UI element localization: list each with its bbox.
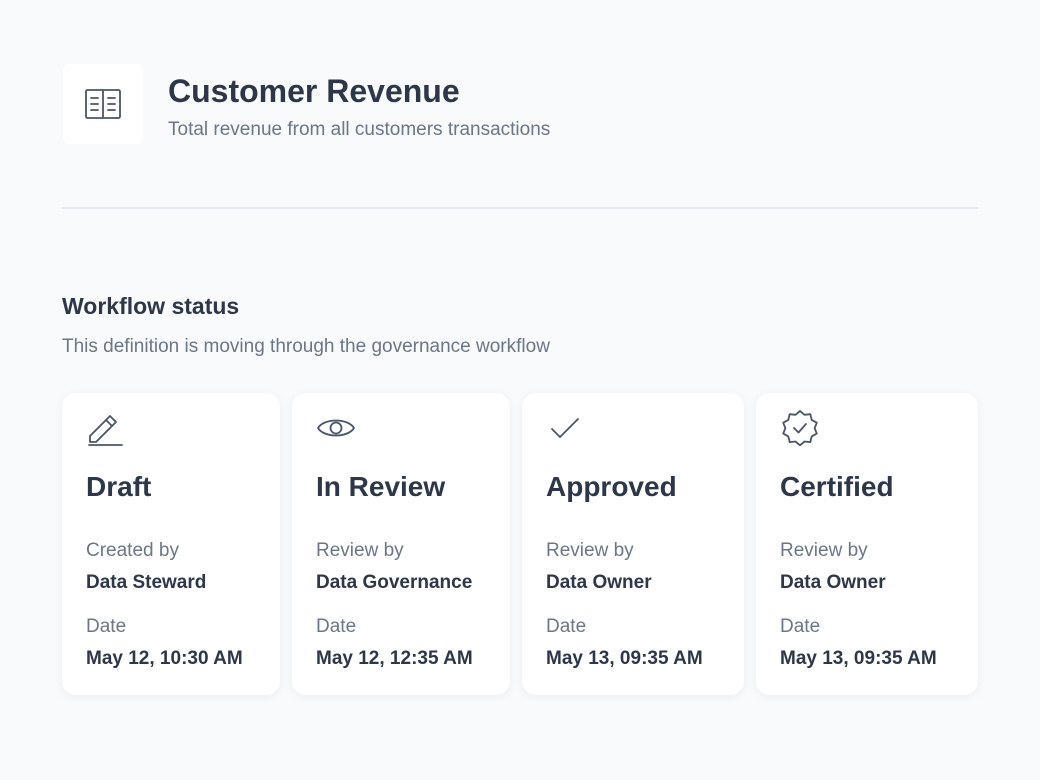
- step-by-value: Data Owner: [780, 572, 886, 593]
- header-divider: [62, 207, 978, 209]
- step-date-value: May 12, 12:35 AM: [316, 648, 473, 669]
- step-status: Approved: [546, 471, 677, 502]
- workflow-section-description: This definition is moving through the go…: [62, 336, 550, 357]
- step-by-value: Data Governance: [316, 572, 473, 593]
- step-by-label: Review by: [316, 540, 404, 561]
- page-subtitle: Total revenue from all customers transac…: [168, 119, 551, 140]
- step-date-label: Date: [546, 616, 587, 637]
- workflow-step-approved: Approved Review by Data Owner Date May 1…: [522, 393, 744, 695]
- certified-badge-icon: [780, 409, 820, 449]
- page-title: Customer Revenue: [168, 73, 460, 109]
- workflow-section-title: Workflow status: [62, 293, 240, 319]
- step-date-label: Date: [316, 616, 357, 637]
- page: Customer Revenue Total revenue from all …: [0, 0, 1040, 780]
- step-by-value: Data Steward: [86, 572, 207, 593]
- step-date-value: May 12, 10:30 AM: [86, 648, 243, 669]
- workflow-step-in-review: In Review Review by Data Governance Date…: [292, 393, 510, 695]
- page-header: Customer Revenue Total revenue from all …: [63, 64, 979, 144]
- step-status: Certified: [780, 471, 894, 502]
- eye-icon: [316, 409, 356, 449]
- step-by-label: Review by: [546, 540, 634, 561]
- step-status: Draft: [86, 471, 152, 502]
- step-by-label: Created by: [86, 540, 179, 561]
- check-icon: [546, 409, 586, 449]
- pencil-icon: [86, 409, 126, 449]
- workflow-step-draft: Draft Created by Data Steward Date May 1…: [62, 393, 280, 695]
- step-status: In Review: [316, 471, 446, 502]
- step-date-label: Date: [86, 616, 127, 637]
- workflow-step-certified: Certified Review by Data Owner Date May …: [756, 393, 978, 695]
- step-date-value: May 13, 09:35 AM: [546, 648, 703, 669]
- step-by-value: Data Owner: [546, 572, 652, 593]
- book-open-icon: [63, 64, 143, 144]
- step-date-value: May 13, 09:35 AM: [780, 648, 937, 669]
- step-by-label: Review by: [780, 540, 868, 561]
- step-date-label: Date: [780, 616, 821, 637]
